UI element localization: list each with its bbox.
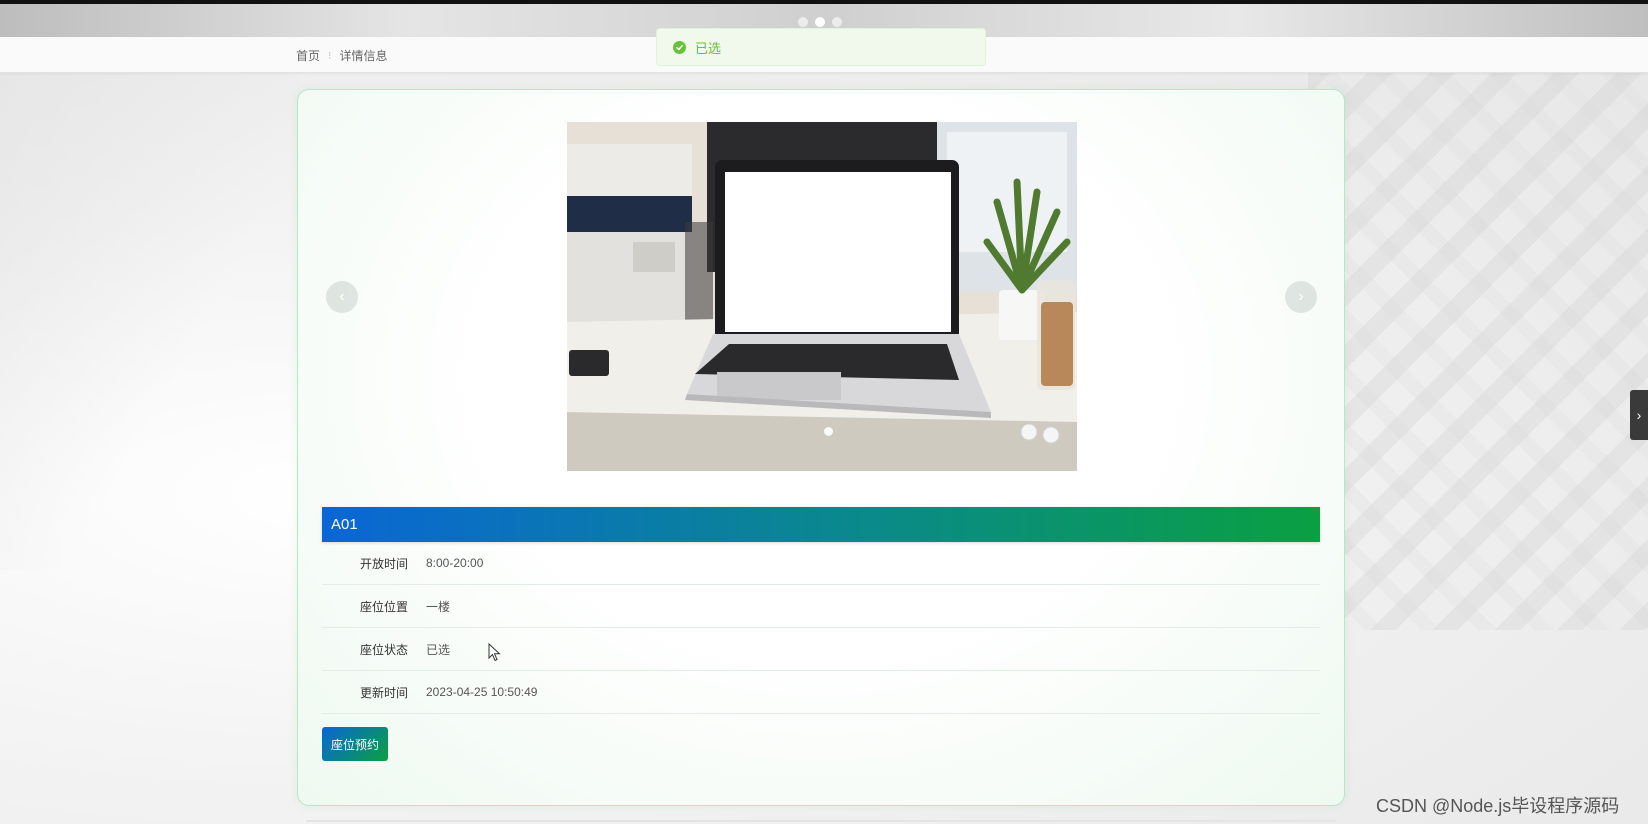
detail-value: 8:00-20:00 bbox=[426, 556, 484, 570]
detail-row-location: 座位位置 一楼 bbox=[322, 585, 1320, 628]
toast-message: 已选 bbox=[695, 40, 722, 56]
detail-row-updated-time: 更新时间 2023-04-25 10:50:49 bbox=[322, 671, 1320, 714]
side-panel-toggle[interactable]: › bbox=[1630, 390, 1648, 440]
detail-row-status: 座位状态 已选 bbox=[322, 628, 1320, 671]
banner-indicator-3[interactable] bbox=[832, 17, 842, 27]
chevron-right-icon: › bbox=[1636, 407, 1642, 423]
detail-label: 更新时间 bbox=[359, 685, 408, 700]
breadcrumb-separator-icon: ⁝ bbox=[328, 50, 332, 62]
carousel-next-button[interactable]: › bbox=[1285, 281, 1317, 313]
banner-indicator-1[interactable] bbox=[798, 17, 808, 27]
mouse-cursor-icon bbox=[488, 643, 501, 662]
background-decoration-right bbox=[1308, 70, 1648, 630]
detail-value: 一楼 bbox=[426, 599, 451, 614]
seat-detail-list: 开放时间 8:00-20:00 座位位置 一楼 座位状态 已选 更新时间 202… bbox=[322, 542, 1320, 714]
success-toast: 已选 bbox=[656, 28, 986, 66]
watermark-text: CSDN @Node.js毕设程序源码 bbox=[1376, 796, 1620, 816]
detail-label: 座位位置 bbox=[359, 599, 408, 614]
detail-label: 开放时间 bbox=[359, 556, 408, 571]
detail-value: 2023-04-25 10:50:49 bbox=[426, 685, 538, 699]
breadcrumb-home[interactable]: 首页 bbox=[296, 47, 320, 64]
seat-photo bbox=[567, 122, 1077, 471]
check-circle-icon bbox=[673, 40, 686, 54]
breadcrumb: 首页 ⁝ 详情信息 bbox=[296, 47, 388, 64]
detail-card: ‹ › A01 开放时间 8:00-20:00 座位位置 一楼 座位状态 已选 … bbox=[297, 89, 1345, 806]
chevron-left-icon: ‹ bbox=[339, 288, 345, 305]
seat-title: A01 bbox=[331, 516, 358, 533]
breadcrumb-current: 详情信息 bbox=[339, 49, 388, 63]
reserve-seat-button[interactable]: 座位预约 bbox=[322, 727, 388, 761]
detail-label: 座位状态 bbox=[359, 642, 408, 657]
carousel-indicator-1[interactable] bbox=[824, 427, 833, 436]
detail-value: 已选 bbox=[426, 642, 451, 657]
detail-row-open-time: 开放时间 8:00-20:00 bbox=[322, 542, 1320, 585]
carousel-prev-button[interactable]: ‹ bbox=[326, 281, 358, 313]
banner-indicators bbox=[798, 17, 842, 27]
image-carousel: ‹ › bbox=[298, 90, 1346, 490]
divider bbox=[306, 820, 1336, 822]
banner-indicator-2[interactable] bbox=[815, 17, 825, 27]
background-decoration-left bbox=[0, 70, 300, 570]
seat-title-bar: A01 bbox=[322, 507, 1320, 542]
chevron-right-icon: › bbox=[1298, 288, 1304, 305]
